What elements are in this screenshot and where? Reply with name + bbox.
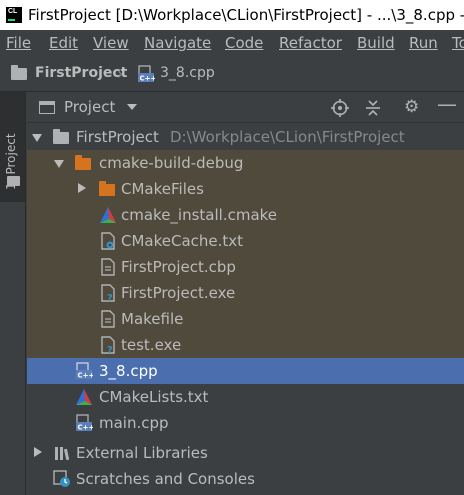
folder-icon (7, 176, 20, 186)
menu-view[interactable]: View (93, 30, 129, 56)
scratches-icon (53, 470, 70, 487)
tree-row-cmake-cache[interactable]: CMakeCache.txt (27, 228, 464, 254)
tool-window-strip: 1: Project (0, 92, 26, 495)
menu-bar: File Edit View Navigate Code Refactor Bu… (0, 30, 464, 56)
clion-logo-icon: CL (6, 7, 22, 23)
folder-icon (99, 181, 115, 196)
file-icon (101, 310, 115, 328)
menu-build[interactable]: Build (357, 30, 395, 56)
folder-icon (53, 129, 69, 144)
tree-item-label: cmake_install.cmake (121, 206, 278, 224)
tree-item-path: D:\Workplace\CLion\FirstProject (170, 128, 405, 146)
tree-row-cmakefiles[interactable]: CMakeFiles (27, 176, 464, 202)
breadcrumb-file[interactable]: 3_8.cpp (160, 65, 215, 81)
folder-icon (75, 155, 91, 170)
tree-row-selected-cpp[interactable]: C++ 3_8.cpp (27, 358, 464, 384)
project-panel-header: Project ⚙ — (27, 92, 464, 123)
svg-text:C++: C++ (78, 424, 94, 432)
tree-item-label: CMakeCache.txt (121, 232, 244, 250)
hide-panel-icon[interactable]: — (437, 94, 457, 114)
tree-row-main-cpp[interactable]: C++ main.cpp (27, 410, 464, 436)
menu-code[interactable]: Code (225, 30, 263, 56)
tree-row-cmakelists[interactable]: CMakeLists.txt (27, 384, 464, 410)
cpp-file-icon: C++ (76, 362, 94, 380)
panel-title[interactable]: Project (64, 98, 115, 116)
locate-file-icon[interactable] (331, 99, 349, 117)
tree-row-build-dir[interactable]: cmake-build-debug (27, 150, 464, 176)
svg-text:C++: C++ (140, 75, 156, 83)
tree-item-label: cmake-build-debug (99, 154, 244, 172)
tree-item-label: Makefile (121, 310, 184, 328)
tree-item-label: Scratches and Consoles (76, 470, 255, 488)
cpp-file-icon: C++ (76, 414, 94, 432)
tree-row-external-libraries[interactable]: External Libraries (27, 440, 464, 466)
cmake-icon (76, 389, 92, 405)
svg-text:?: ? (107, 345, 113, 354)
tree-item-label: main.cpp (99, 414, 169, 432)
unknown-file-icon: ? (101, 336, 115, 354)
tree-row-cmake-install[interactable]: cmake_install.cmake (27, 202, 464, 228)
unknown-file-icon: ? (101, 284, 115, 302)
chevron-down-icon[interactable] (32, 134, 42, 142)
chevron-right-icon[interactable] (34, 447, 42, 457)
tree-row-scratches[interactable]: Scratches and Consoles (27, 466, 464, 492)
svg-text:?: ? (107, 293, 113, 302)
library-icon (55, 447, 70, 461)
chevron-right-icon[interactable] (78, 183, 86, 193)
tree-item-label: FirstProject.cbp (121, 258, 236, 276)
menu-navigate[interactable]: Navigate (144, 30, 211, 56)
collapse-all-icon[interactable] (364, 99, 382, 117)
settings-file-icon (101, 232, 115, 250)
svg-text:C++: C++ (78, 372, 94, 380)
folder-icon (11, 65, 27, 80)
breadcrumb-root[interactable]: FirstProject (35, 65, 127, 81)
tree-item-label: CMakeFiles (121, 180, 204, 198)
title-bar: CL FirstProject [D:\Workplace\CLion\Firs… (0, 0, 464, 30)
menu-file[interactable]: File (6, 30, 31, 56)
chevron-down-icon[interactable] (127, 104, 137, 110)
project-tree: FirstProject D:\Workplace\CLion\FirstPro… (27, 124, 464, 495)
menu-run[interactable]: Run (409, 30, 438, 56)
menu-tools[interactable]: Tools (452, 30, 464, 56)
tree-row-exe[interactable]: ? FirstProject.exe (27, 280, 464, 306)
tree-item-label: FirstProject.exe (121, 284, 236, 302)
project-view-icon (39, 101, 55, 114)
tree-row-root[interactable]: FirstProject D:\Workplace\CLion\FirstPro… (27, 124, 464, 150)
cpp-file-icon: C++ (138, 65, 156, 83)
gear-icon[interactable]: ⚙ (404, 98, 419, 116)
tree-row-test-exe[interactable]: ? test.exe (27, 332, 464, 358)
navigation-bar: FirstProject › C++ 3_8.cpp (0, 56, 464, 92)
cmake-icon (100, 207, 116, 223)
chevron-down-icon[interactable] (54, 160, 64, 168)
breadcrumb-separator-icon: › (117, 64, 124, 83)
tree-item-label: External Libraries (76, 444, 208, 462)
menu-refactor[interactable]: Refactor (279, 30, 342, 56)
tree-item-label: 3_8.cpp (99, 362, 158, 380)
window-title: FirstProject [D:\Workplace\CLion\FirstPr… (28, 6, 464, 24)
tree-item-label: CMakeLists.txt (99, 388, 209, 406)
file-icon (101, 258, 115, 276)
tree-row-makefile[interactable]: Makefile (27, 306, 464, 332)
tree-item-label: test.exe (121, 336, 182, 354)
tree-item-label: FirstProject (76, 128, 159, 146)
tree-row-cbp[interactable]: FirstProject.cbp (27, 254, 464, 280)
menu-edit[interactable]: Edit (49, 30, 78, 56)
